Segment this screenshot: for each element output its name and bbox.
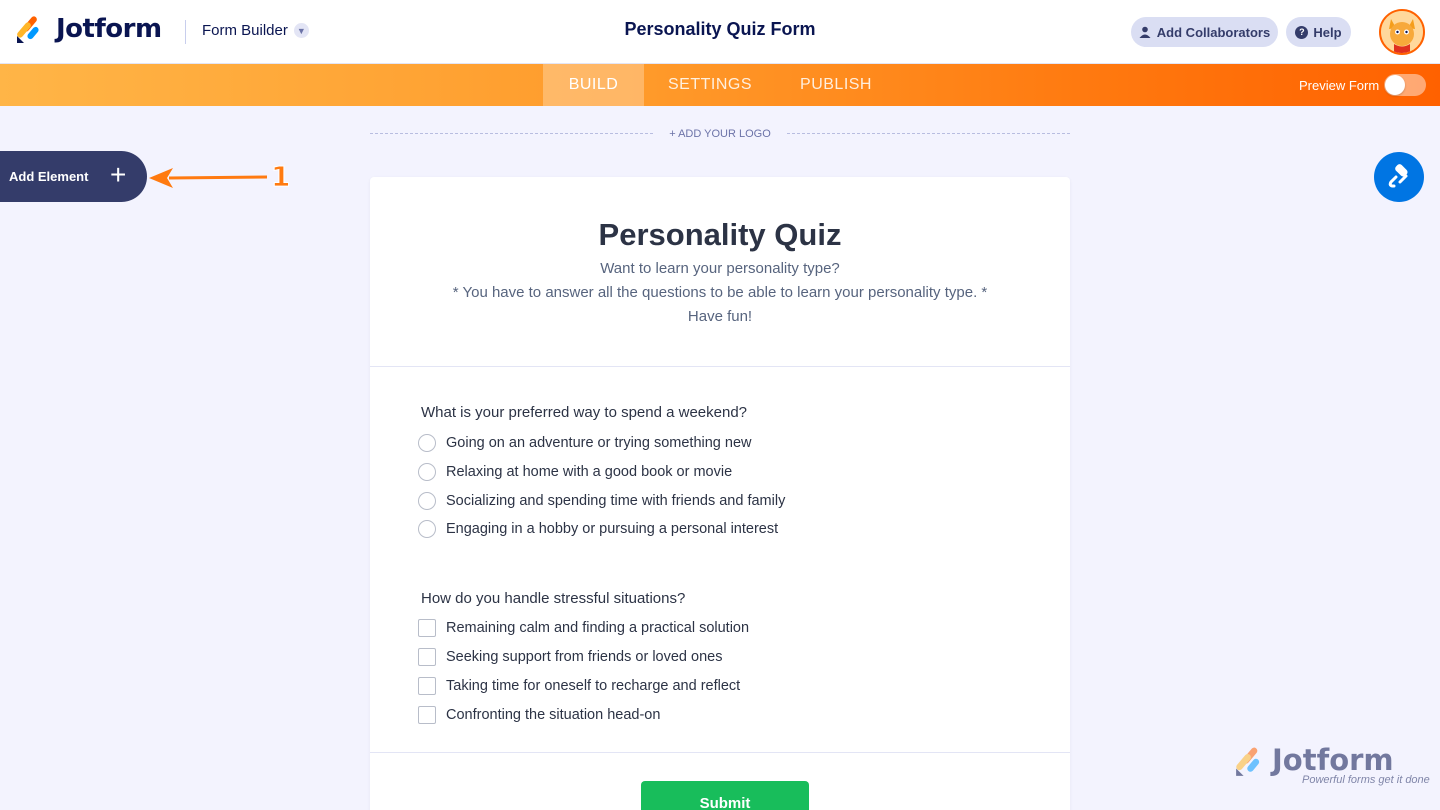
checkbox[interactable] <box>418 677 436 695</box>
radio-option[interactable]: Engaging in a hobby or pursuing a person… <box>418 520 778 538</box>
watermark-tagline: Powerful forms get it done <box>1302 774 1430 786</box>
option-label: Engaging in a hobby or pursuing a person… <box>446 521 779 537</box>
chevron-down-icon: ▼ <box>293 23 309 38</box>
form-builder-label: Form Builder <box>202 22 288 39</box>
watermark-title: Jotform <box>1272 743 1394 777</box>
jotform-logo[interactable]: Jotform <box>16 14 162 44</box>
preview-form-label: Preview Form <box>1299 78 1380 93</box>
help-button[interactable]: ? Help <box>1286 17 1351 47</box>
form-subheading-line-1: Want to learn your personality type? <box>600 260 840 277</box>
jotform-watermark-icon <box>1236 747 1260 776</box>
option-label: Relaxing at home with a good book or mov… <box>446 464 733 480</box>
checkbox[interactable] <box>418 706 436 724</box>
checkbox-option[interactable]: Remaining calm and finding a practical s… <box>418 619 749 637</box>
form-builder-dropdown[interactable]: Form Builder ▼ <box>202 22 309 39</box>
submit-button[interactable]: Submit <box>641 781 809 810</box>
question-label-stress: How do you handle stressful situations? <box>421 590 686 607</box>
form-card: Personality Quiz Want to learn your pers… <box>370 177 1070 810</box>
tab-build[interactable]: BUILD <box>543 64 644 106</box>
checkbox-option[interactable]: Seeking support from friends or loved on… <box>418 648 722 666</box>
option-label: Going on an adventure or trying somethin… <box>446 435 752 451</box>
form-heading: Personality Quiz <box>598 217 842 252</box>
option-label: Taking time for oneself to recharge and … <box>446 678 741 694</box>
radio-option[interactable]: Relaxing at home with a good book or mov… <box>418 463 732 481</box>
submit-divider <box>370 752 1070 753</box>
radio-button[interactable] <box>418 463 436 481</box>
add-collaborators-button[interactable]: Add Collaborators <box>1131 17 1278 47</box>
radio-button[interactable] <box>418 492 436 510</box>
checkbox[interactable] <box>418 648 436 666</box>
avatar-image <box>1381 11 1423 53</box>
logo-divider-right <box>787 133 1070 134</box>
tab-publish[interactable]: PUBLISH <box>776 64 896 106</box>
user-icon <box>1139 26 1151 38</box>
checkbox-option[interactable]: Confronting the situation head-on <box>418 706 660 724</box>
option-label: Socializing and spending time with frien… <box>446 493 786 509</box>
jotform-watermark: Jotform Powerful forms get it done <box>1234 745 1430 786</box>
logo-text: Jotform <box>56 14 162 44</box>
paint-roller-icon <box>1388 164 1408 188</box>
plus-icon: + <box>110 159 127 190</box>
annotation-arrow <box>149 168 268 188</box>
form-subheading-line-3: Have fun! <box>687 308 753 325</box>
annotation-number: 1 <box>270 160 291 194</box>
jotform-logo-icon <box>17 16 39 43</box>
radio-option[interactable]: Going on an adventure or trying somethin… <box>418 434 752 452</box>
add-element-label: Add Element <box>9 169 89 184</box>
preview-form-toggle[interactable] <box>1384 74 1426 96</box>
form-header-section[interactable]: Personality Quiz Want to learn your pers… <box>370 177 1070 367</box>
top-header: Jotform Form Builder ▼ Personality Quiz … <box>0 0 1440 64</box>
help-label: Help <box>1313 24 1342 40</box>
checkbox-option[interactable]: Taking time for oneself to recharge and … <box>418 677 740 695</box>
builder-tabs-bar: BUILD SETTINGS PUBLISH Preview Form <box>0 64 1440 106</box>
avatar[interactable] <box>1379 9 1425 55</box>
tab-settings[interactable]: SETTINGS <box>644 64 776 106</box>
radio-button[interactable] <box>418 434 436 452</box>
form-designer-button[interactable] <box>1374 152 1424 202</box>
add-logo-link[interactable]: + ADD YOUR LOGO <box>650 128 790 140</box>
header-divider <box>185 20 186 44</box>
option-label: Seeking support from friends or loved on… <box>446 649 723 665</box>
question-label-weekend: What is your preferred way to spend a we… <box>421 404 748 421</box>
add-collaborators-label: Add Collaborators <box>1156 24 1271 40</box>
toggle-knob <box>1385 75 1405 95</box>
radio-option[interactable]: Socializing and spending time with frien… <box>418 492 785 510</box>
option-label: Remaining calm and finding a practical s… <box>446 620 750 636</box>
radio-button[interactable] <box>418 520 436 538</box>
form-subheading-line-2: * You have to answer all the questions t… <box>452 284 988 301</box>
question-icon: ? <box>1295 25 1309 39</box>
logo-divider-left <box>370 133 653 134</box>
checkbox[interactable] <box>418 619 436 637</box>
option-label: Confronting the situation head-on <box>446 707 661 723</box>
add-element-button[interactable]: Add Element + <box>0 151 147 202</box>
